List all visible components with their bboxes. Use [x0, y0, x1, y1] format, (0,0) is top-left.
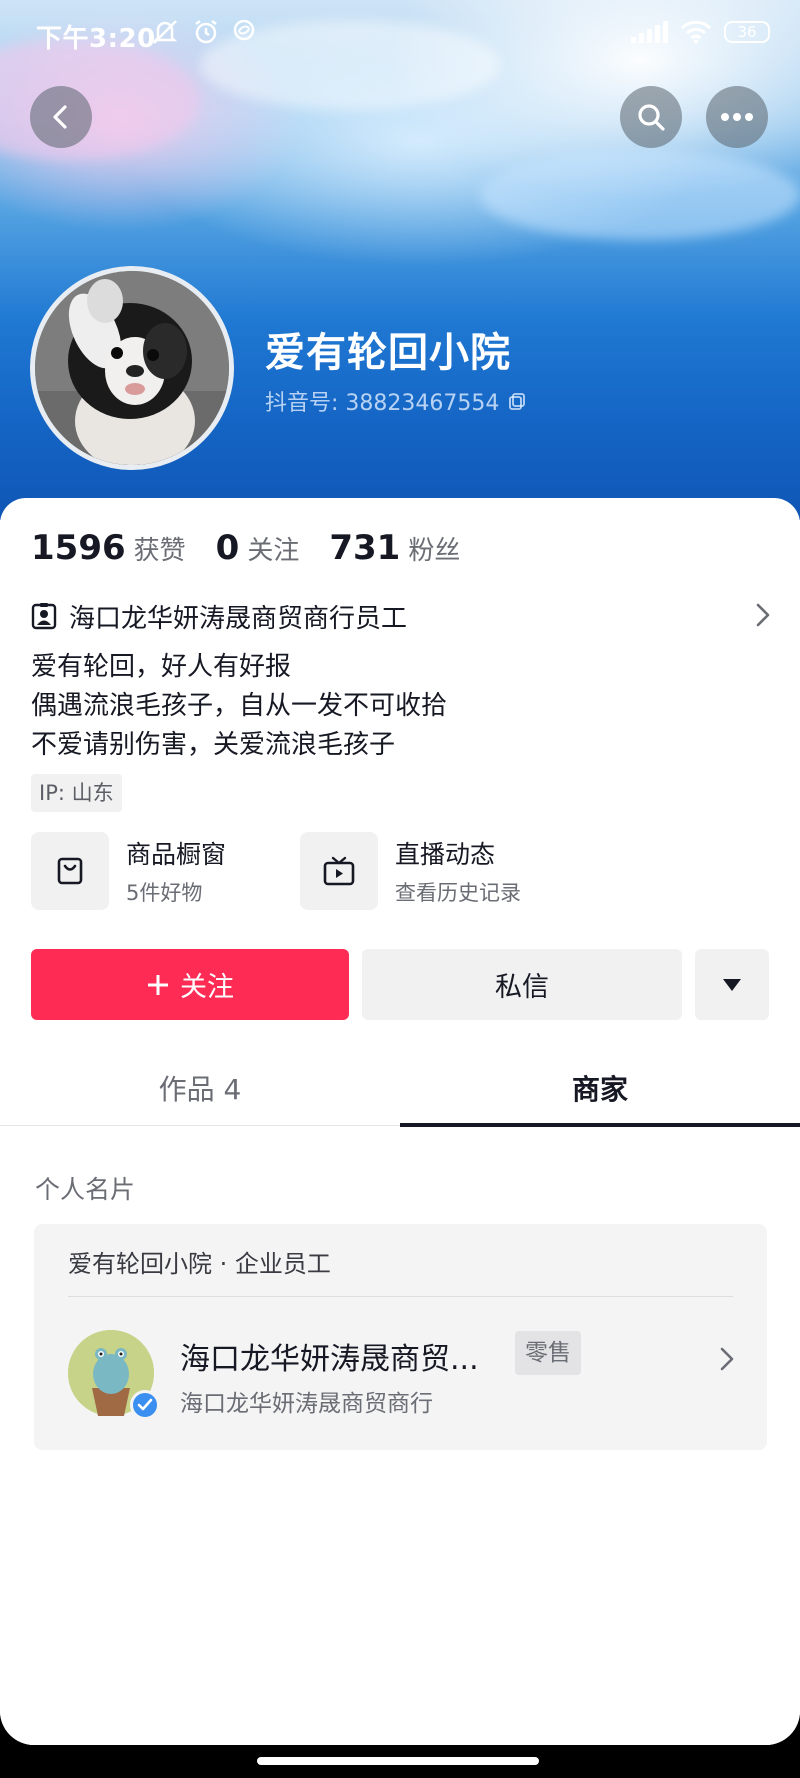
search-icon	[638, 104, 665, 131]
signal-icon	[631, 21, 668, 43]
likes-count: 1596	[31, 528, 126, 568]
triangle-down-icon	[723, 978, 741, 991]
job-text: 海口龙华妍涛晟商贸商行员工	[69, 603, 408, 634]
live-activity-title: 直播动态	[395, 840, 496, 869]
profile-name: 爱有轮回小院	[265, 330, 511, 376]
following-label[interactable]: 关注	[247, 530, 299, 567]
profile-screen: 下午3:20 36 爱有轮回小院 抖音号: 38823467554 1596 获…	[0, 0, 800, 1745]
recommend-dropdown-button[interactable]	[695, 949, 769, 1020]
shopping-bag-icon	[57, 857, 83, 885]
chevron-left-icon	[53, 105, 67, 129]
tab-merchant[interactable]: 商家	[400, 1054, 800, 1126]
back-button[interactable]	[30, 86, 92, 148]
ip-location-tag: IP: 山东	[31, 774, 122, 812]
divider	[68, 1296, 733, 1297]
tab-works[interactable]: 作品 4	[0, 1054, 400, 1126]
company-name: 海口龙华妍涛晟商贸...	[180, 1342, 479, 1377]
bio-line: 不爱请别伤害，关爱流浪毛孩子	[31, 730, 396, 760]
active-tab-indicator	[400, 1123, 800, 1127]
search-button[interactable]	[620, 86, 682, 148]
follow-label: 关注	[180, 972, 234, 1003]
product-showcase[interactable]: 商品橱窗 5件好物	[31, 832, 226, 910]
dog-photo	[35, 271, 229, 465]
tv-play-icon	[323, 856, 355, 886]
followers-label[interactable]: 粉丝	[408, 530, 460, 567]
home-indicator[interactable]	[257, 1757, 539, 1765]
product-showcase-subtitle: 5件好物	[126, 881, 203, 905]
douyin-id-text: 抖音号: 38823467554	[265, 391, 500, 416]
business-card-header: 爱有轮回小院 · 企业员工	[68, 1250, 331, 1278]
company-full-name: 海口龙华妍涛晟商贸商行	[180, 1391, 433, 1417]
bio-line: 偶遇流浪毛孩子，自从一发不可收拾	[31, 691, 448, 721]
profile-avatar[interactable]	[30, 266, 234, 470]
business-card[interactable]: 爱有轮回小院 · 企业员工 海口龙华妍涛晟商贸... 零售 海口龙华妍涛晟商贸商…	[34, 1224, 767, 1450]
douyin-id[interactable]: 抖音号: 38823467554	[265, 385, 527, 417]
alarm-icon	[195, 20, 217, 44]
verified-badge-icon	[130, 1390, 160, 1420]
live-activity[interactable]: 直播动态 查看历史记录	[300, 832, 521, 910]
following-count[interactable]: 0	[216, 528, 240, 568]
bio: 爱有轮回，好人有好报 偶遇流浪毛孩子，自从一发不可收拾 不爱请别伤害，关爱流浪毛…	[31, 648, 447, 765]
badge-id-icon	[31, 603, 57, 630]
live-activity-subtitle: 查看历史记录	[395, 881, 521, 905]
more-dots-icon	[721, 113, 753, 121]
followers-count[interactable]: 731	[329, 528, 400, 568]
status-time: 下午3:20	[36, 24, 156, 54]
company-logo	[68, 1330, 160, 1420]
message-button[interactable]: 私信	[362, 949, 682, 1020]
profile-content: 1596 获赞 0 关注 731 粉丝 海口龙华妍涛晟商贸商行员工 爱有轮回，好…	[0, 498, 800, 1745]
product-showcase-title: 商品橱窗	[126, 840, 227, 869]
mute-icon	[152, 20, 178, 44]
plus-icon	[148, 974, 168, 995]
message-label: 私信	[495, 972, 549, 1003]
follow-button[interactable]: 关注	[31, 949, 349, 1020]
chevron-right-icon	[756, 603, 770, 627]
profile-stats: 1596 获赞 0 关注 731 粉丝	[31, 528, 490, 568]
copy-icon[interactable]	[507, 391, 527, 411]
likes-label: 获赞	[133, 536, 186, 566]
wifi-icon	[680, 20, 712, 44]
bio-line: 爱有轮回，好人有好报	[31, 652, 292, 682]
app-notification-icon	[233, 19, 255, 41]
profile-tabs: 作品 4 商家	[0, 1054, 800, 1127]
industry-tag: 零售	[515, 1331, 581, 1375]
section-title: 个人名片	[35, 1175, 136, 1204]
status-bar: 下午3:20 36	[0, 0, 800, 70]
job-row[interactable]: 海口龙华妍涛晟商贸商行员工	[31, 598, 771, 634]
chevron-right-icon	[720, 1347, 734, 1371]
battery-indicator: 36	[724, 21, 770, 43]
more-options-button[interactable]	[706, 86, 768, 148]
